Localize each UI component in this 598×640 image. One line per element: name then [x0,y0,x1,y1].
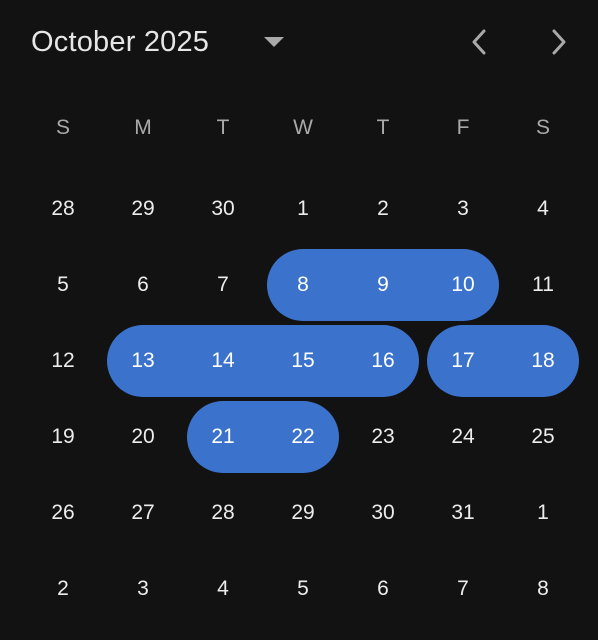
next-month-button[interactable] [539,22,579,62]
previous-month-button[interactable] [459,22,499,62]
weekday-label: T [216,116,230,139]
day-cell[interactable]: 4 [183,551,263,627]
chevron-right-icon [552,29,566,55]
day-cell[interactable]: 28 [23,171,103,247]
day-cell[interactable]: 2 [343,171,423,247]
day-cell[interactable]: 24 [423,399,503,475]
day-cell[interactable]: 12 [23,323,103,399]
day-cell-selected[interactable]: 22 [263,399,343,475]
day-cell-selected[interactable]: 18 [503,323,583,399]
day-cell[interactable]: 7 [183,247,263,323]
day-cell[interactable]: 31 [423,475,503,551]
day-cell[interactable]: 30 [343,475,423,551]
day-cell-selected[interactable]: 14 [183,323,263,399]
chevron-left-icon [472,29,486,55]
day-cell[interactable]: 29 [263,475,343,551]
weekday-label: F [456,116,470,139]
weekday-label: S [55,116,70,139]
day-cell[interactable]: 1 [503,475,583,551]
weekday-label: S [535,116,550,139]
day-cell[interactable]: 3 [423,171,503,247]
day-cell-selected[interactable]: 21 [183,399,263,475]
day-cell[interactable]: 6 [103,247,183,323]
day-cell[interactable]: 30 [183,171,263,247]
weekday-header-row: SMTWTFS [23,108,583,148]
day-cell[interactable]: 8 [503,551,583,627]
day-cell[interactable]: 6 [343,551,423,627]
caret-down-icon-shape [264,37,284,47]
day-cell-selected[interactable]: 13 [103,323,183,399]
day-cell[interactable]: 11 [503,247,583,323]
day-cell[interactable]: 26 [23,475,103,551]
day-cell-selected[interactable]: 10 [423,247,503,323]
day-cell[interactable]: 3 [103,551,183,627]
month-year-label[interactable]: October 2025 [31,24,209,60]
day-cell[interactable]: 5 [263,551,343,627]
day-cell[interactable]: 20 [103,399,183,475]
day-cell[interactable]: 23 [343,399,423,475]
weekday-label: M [134,116,152,139]
day-cell-selected[interactable]: 16 [343,323,423,399]
day-cell[interactable]: 19 [23,399,103,475]
day-cell[interactable]: 7 [423,551,503,627]
day-cell[interactable]: 27 [103,475,183,551]
day-cell[interactable]: 28 [183,475,263,551]
day-cell-selected[interactable]: 8 [263,247,343,323]
day-cell-selected[interactable]: 15 [263,323,343,399]
day-cell[interactable]: 25 [503,399,583,475]
calendar-day-grid: 28 29 30 1 2 3 4 5 6 7 8 9 10 11 12 13 14 15 16 17 18 19 20 21 2… [23,171,583,627]
day-cell[interactable]: 29 [103,171,183,247]
day-cell[interactable]: 2 [23,551,103,627]
day-cell[interactable]: 1 [263,171,343,247]
day-cell[interactable]: 4 [503,171,583,247]
day-cell-selected[interactable]: 9 [343,247,423,323]
caret-down-icon[interactable] [256,24,292,60]
day-cell-selected[interactable]: 17 [423,323,503,399]
day-cell[interactable]: 5 [23,247,103,323]
weekday-label: W [293,116,313,139]
weekday-label: T [376,116,390,139]
calendar-header: October 2025 [0,0,598,84]
